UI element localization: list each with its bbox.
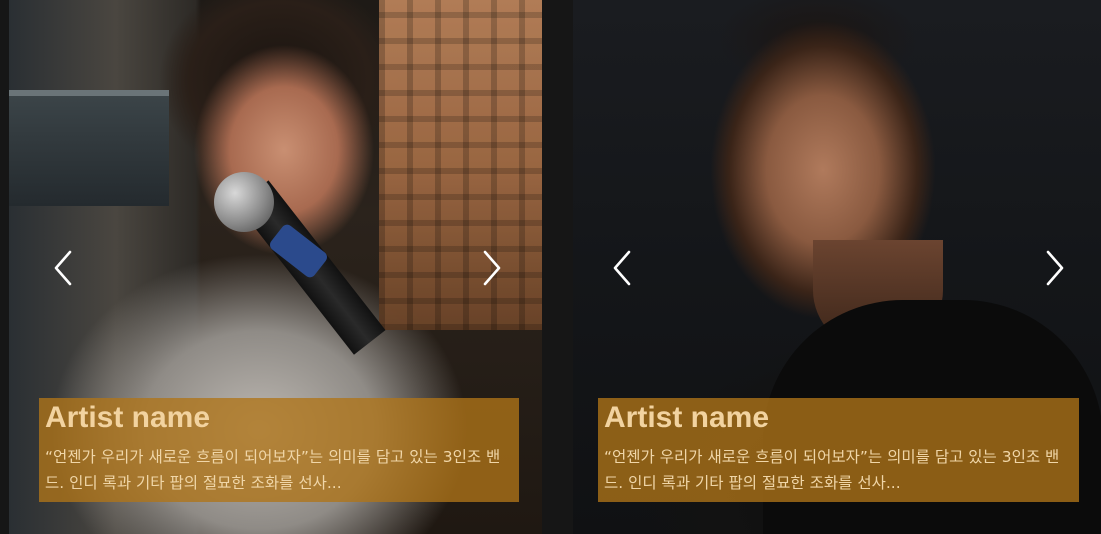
chevron-left-icon <box>54 250 72 286</box>
microphone-head <box>214 172 274 232</box>
background-window <box>9 90 169 206</box>
artist-card-2[interactable]: Artist name “언젠가 우리가 새로운 흐름이 되어보자”는 의미를 … <box>573 0 1101 534</box>
chevron-right-icon <box>1046 250 1064 286</box>
next-button[interactable] <box>474 248 510 288</box>
artist-caption: Artist name “언젠가 우리가 새로운 흐름이 되어보자”는 의미를 … <box>39 398 519 502</box>
artist-name: Artist name <box>45 401 211 434</box>
artist-card-1[interactable]: Artist name “언젠가 우리가 새로운 흐름이 되어보자”는 의미를 … <box>9 0 542 534</box>
artist-caption: Artist name “언젠가 우리가 새로운 흐름이 되어보자”는 의미를 … <box>598 398 1079 502</box>
next-button[interactable] <box>1037 248 1073 288</box>
prev-button[interactable] <box>604 248 640 288</box>
acoustic-foam-wall <box>379 0 542 330</box>
chevron-left-icon <box>613 250 631 286</box>
artist-carousel-row: Artist name “언젠가 우리가 새로운 흐름이 되어보자”는 의미를 … <box>0 0 1101 534</box>
prev-button[interactable] <box>45 248 81 288</box>
artist-description: “언젠가 우리가 새로운 흐름이 되어보자”는 의미를 담고 있는 3인조 밴드… <box>604 448 1060 492</box>
chevron-right-icon <box>483 250 501 286</box>
artist-name: Artist name <box>604 401 770 434</box>
artist-description: “언젠가 우리가 새로운 흐름이 되어보자”는 의미를 담고 있는 3인조 밴드… <box>45 448 501 492</box>
